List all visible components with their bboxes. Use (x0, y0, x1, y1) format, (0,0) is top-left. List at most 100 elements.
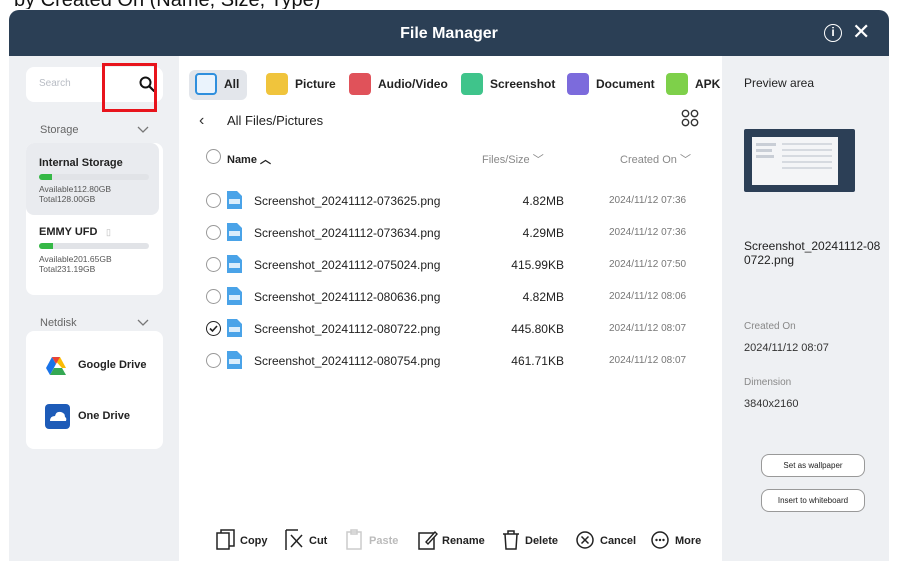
grid-view-icon[interactable] (681, 109, 699, 127)
action-toolbar: Copy Cut Paste Rename Delete Cancel More (179, 521, 722, 561)
file-name: Screenshot_20241112-075024.png (254, 258, 441, 272)
google-drive-icon (46, 357, 66, 375)
tab-label: All (224, 77, 240, 91)
storage-heading: Storage (40, 124, 79, 136)
breadcrumb: All Files/Pictures (227, 113, 324, 128)
file-list-panel: All Picture Audio/Video Screenshot Docum… (179, 56, 722, 561)
file-row[interactable]: Screenshot_20241112-075024.png 415.99KB 20… (179, 249, 722, 281)
created-label: Created On (744, 321, 796, 332)
file-row[interactable]: Screenshot_20241112-080722.png 445.80KB 20… (179, 313, 722, 345)
storage-usage-bar (39, 174, 149, 180)
more-label: More (675, 535, 702, 547)
cut-label: Cut (309, 535, 328, 547)
paste-icon (346, 529, 362, 550)
tab-label: Picture (295, 77, 336, 91)
file-created-date: 2024/11/12 07:36 (609, 227, 687, 238)
tab-label: Audio/Video (378, 77, 448, 91)
internal-storage-item[interactable]: Internal Storage Available112.80GB Total… (26, 143, 159, 215)
dimension-value: 3840x2160 (744, 398, 799, 410)
file-row[interactable]: Screenshot_20241112-080754.png 461.71KB 20… (179, 345, 722, 377)
chevron-down-icon[interactable] (137, 126, 149, 134)
file-row[interactable]: Screenshot_20241112-080636.png 4.82MB 2024… (179, 281, 722, 313)
chevron-down-icon: ﹀ (679, 154, 691, 166)
file-size: 4.29MB (522, 226, 564, 240)
folder-icon (195, 73, 217, 95)
select-all-checkbox[interactable] (206, 149, 221, 164)
file-name: Screenshot_20241112-080722.png (254, 322, 441, 336)
trash-icon (503, 530, 519, 550)
netdisk-list: Google Drive One Drive (26, 331, 163, 449)
highlight-box (102, 63, 157, 112)
storage-usage-bar (39, 243, 149, 249)
file-row[interactable]: Screenshot_20241112-073625.png 4.82MB 2024… (179, 185, 722, 217)
info-icon[interactable]: i (824, 24, 842, 42)
file-size: 415.99KB (511, 258, 564, 272)
document-icon (567, 73, 589, 95)
preview-filename: Screenshot_20241112-080722.png (744, 239, 881, 267)
insert-whiteboard-button[interactable]: Insert to whiteboard (761, 489, 865, 512)
dimension-label: Dimension (744, 377, 792, 388)
storage-name: Internal Storage (39, 157, 123, 169)
edit-icon (418, 530, 438, 550)
file-name: Screenshot_20241112-073634.png (254, 226, 441, 240)
storage-total: Total231.19GB (39, 264, 96, 274)
row-checkbox[interactable] (206, 289, 221, 304)
search-placeholder: Search (39, 78, 71, 89)
storage-list: Internal Storage Available112.80GB Total… (26, 143, 163, 295)
chevron-down-icon[interactable] (137, 319, 149, 327)
rename-label: Rename (442, 535, 485, 547)
cut-icon (285, 529, 303, 550)
screenshot-icon (461, 73, 483, 95)
window-title: File Manager (400, 25, 498, 42)
column-size-header[interactable]: Files/Size ﹀ (482, 151, 544, 167)
title-bar: File Manager i ✕ (9, 10, 889, 56)
set-wallpaper-button[interactable]: Set as wallpaper (761, 454, 865, 477)
picture-icon (266, 73, 288, 95)
row-checkbox[interactable] (206, 353, 221, 368)
storage-total: Total128.00GB (39, 194, 96, 204)
more-icon (651, 531, 669, 549)
screenshot-stage: by Created On (Name, Size, Type) File Ma… (0, 0, 899, 561)
netdisk-label: One Drive (78, 410, 130, 422)
file-created-date: 2024/11/12 08:06 (609, 291, 687, 302)
delete-label: Delete (525, 535, 559, 547)
preview-panel: Preview area Screenshot_20241112-080722.… (722, 56, 889, 561)
preview-thumbnail[interactable] (744, 129, 855, 192)
sidebar: Search Storage Internal Storage Availabl… (9, 56, 179, 561)
cancel-label: Cancel (600, 535, 637, 547)
row-checkbox[interactable] (206, 225, 221, 240)
png-file-icon (226, 222, 243, 242)
media-icon (349, 73, 371, 95)
file-size: 445.80KB (511, 322, 564, 336)
file-row[interactable]: Screenshot_20241112-073634.png 4.29MB 2024… (179, 217, 722, 249)
apk-icon (666, 73, 688, 95)
copy-icon (216, 529, 235, 550)
tab-label: Screenshot (490, 77, 556, 91)
storage-available: Available112.80GB (39, 184, 111, 194)
file-size: 4.82MB (522, 194, 564, 208)
storage-available: Available201.65GB (39, 254, 112, 264)
png-file-icon (226, 318, 243, 338)
checkmark-icon (209, 325, 218, 333)
column-created-header[interactable]: Created On ﹀ (620, 151, 691, 167)
file-size: 4.82MB (522, 290, 564, 304)
png-file-icon (226, 286, 243, 306)
netdisk-heading: Netdisk (40, 317, 77, 329)
column-label: Files/Size (482, 154, 530, 166)
row-checkbox[interactable] (206, 321, 221, 336)
tab-label: Document (596, 77, 655, 91)
usb-icon: ▯ (106, 227, 111, 237)
row-checkbox[interactable] (206, 193, 221, 208)
back-chevron-icon[interactable]: ‹ (199, 112, 204, 130)
paste-label: Paste (369, 535, 399, 547)
tab-label: APK (695, 77, 721, 91)
png-file-icon (226, 350, 243, 370)
storage-name: EMMY UFD (39, 226, 98, 238)
column-name-header[interactable]: Name ︿ (227, 151, 271, 167)
close-icon[interactable]: ✕ (852, 21, 870, 43)
file-name: Screenshot_20241112-080636.png (254, 290, 441, 304)
file-created-date: 2024/11/12 07:36 (609, 195, 687, 206)
row-checkbox[interactable] (206, 257, 221, 272)
file-size: 461.71KB (511, 354, 564, 368)
top-caption: by Created On (Name, Size, Type) (0, 0, 899, 9)
